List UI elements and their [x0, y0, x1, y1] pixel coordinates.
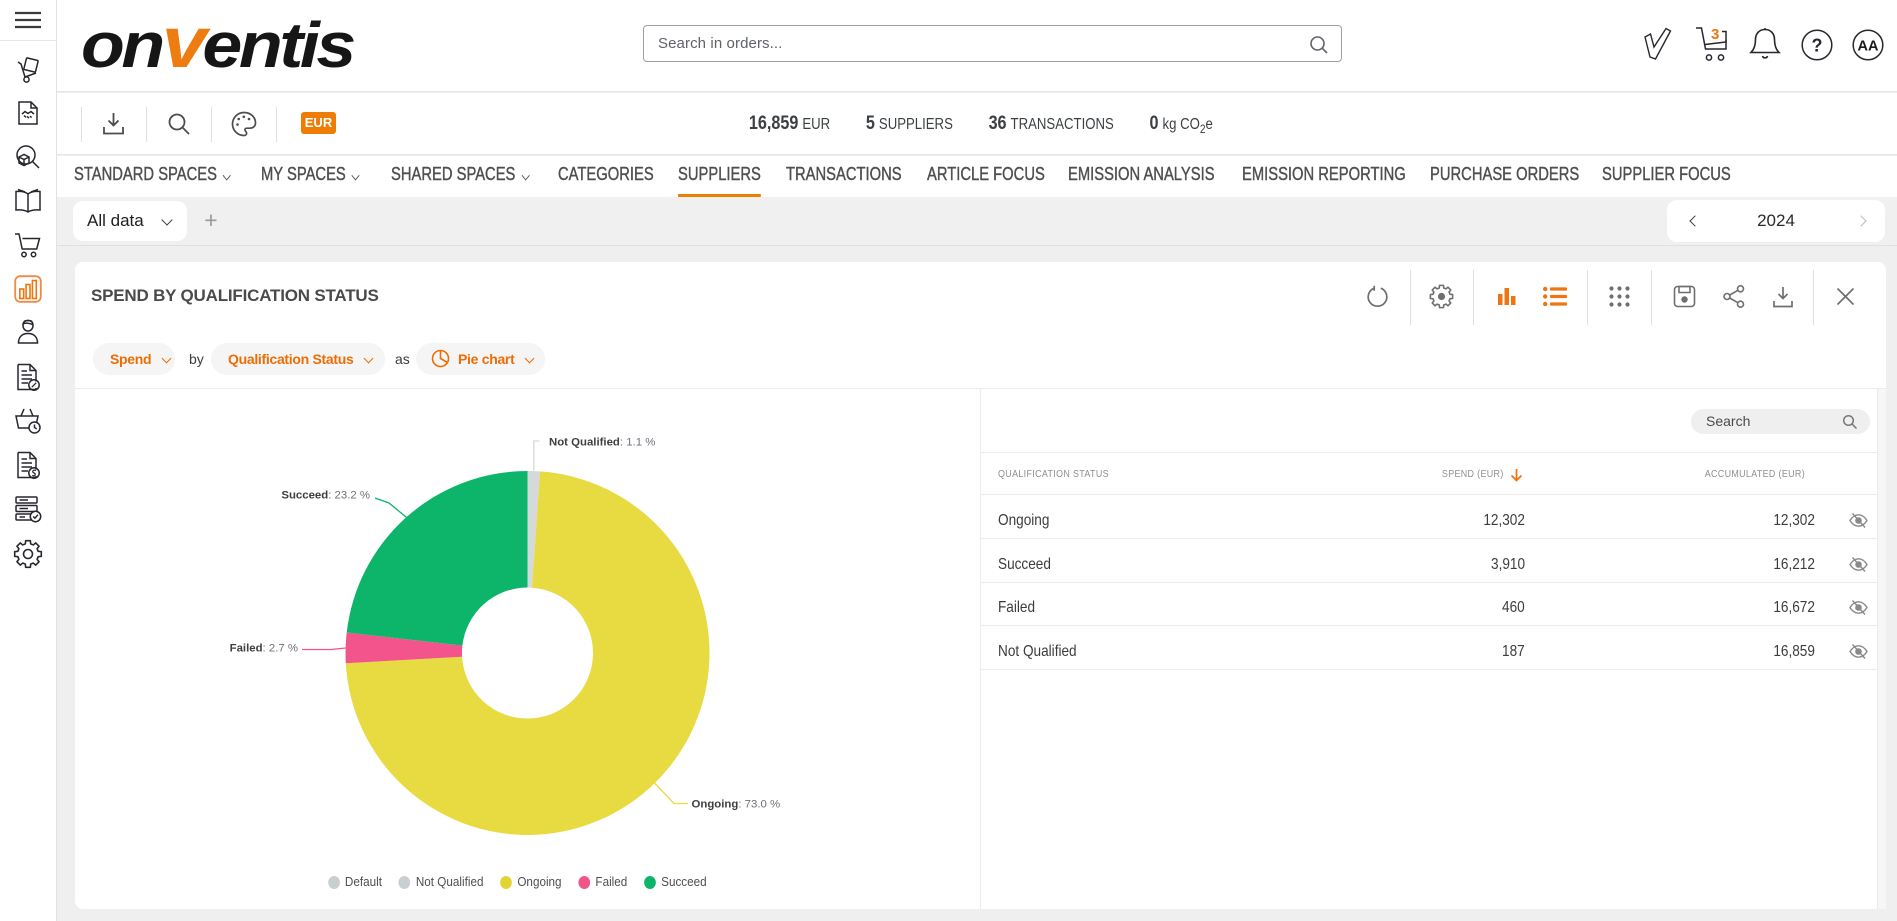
svg-text:?: ? — [1812, 36, 1823, 56]
svg-text:AA: AA — [1858, 39, 1879, 55]
svg-text:Succeed: 23.2 %: Succeed: 23.2 % — [281, 490, 370, 502]
svg-text:3: 3 — [1711, 26, 1719, 43]
svg-text:Ongoing: 73.0 %: Ongoing: 73.0 % — [692, 799, 781, 811]
svg-text:Not Qualified: 1.1 %: Not Qualified: 1.1 % — [549, 437, 655, 449]
svg-text:Failed: 2.7 %: Failed: 2.7 % — [230, 643, 298, 655]
